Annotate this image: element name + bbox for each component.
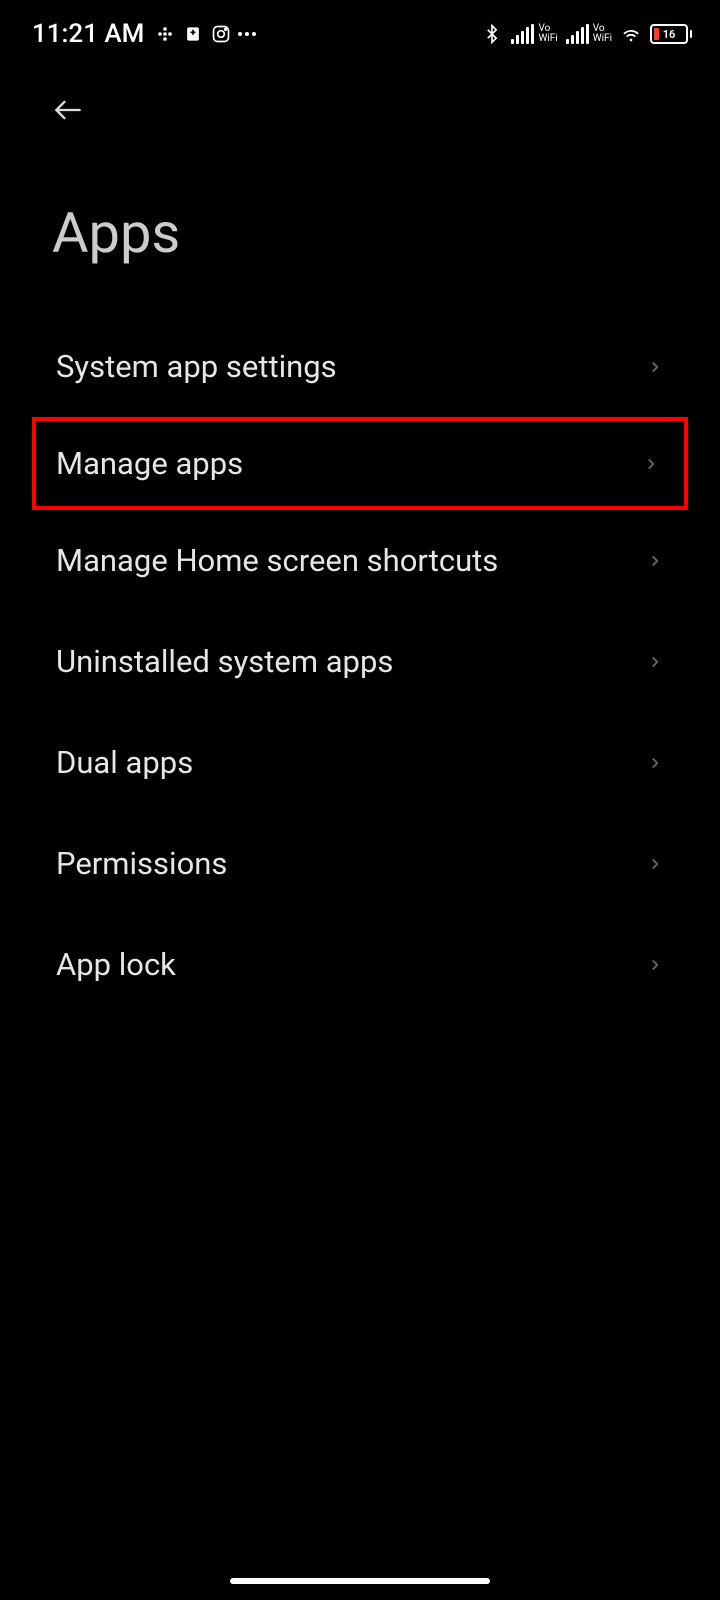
setting-manage-apps[interactable]: Manage apps — [32, 417, 688, 510]
chevron-right-icon — [646, 855, 664, 873]
page-title: Apps — [0, 140, 720, 316]
status-right: Vo WiFi Vo WiFi 16 — [481, 23, 692, 45]
signal-bars-icon — [511, 24, 534, 44]
bluetooth-icon — [481, 23, 503, 45]
setting-app-lock[interactable]: App lock — [0, 914, 720, 1015]
setting-label: Uninstalled system apps — [56, 643, 393, 680]
chevron-right-icon — [642, 455, 660, 473]
home-indicator[interactable] — [230, 1578, 490, 1584]
chevron-right-icon — [646, 653, 664, 671]
setting-label: Manage Home screen shortcuts — [56, 542, 498, 579]
vowifi-label-1: Vo WiFi — [538, 24, 557, 44]
card-icon — [182, 23, 204, 45]
wifi-text: WiFi — [593, 34, 612, 44]
setting-permissions[interactable]: Permissions — [0, 813, 720, 914]
battery-icon: 16 — [650, 24, 688, 44]
wifi-text: WiFi — [538, 34, 557, 44]
setting-label: App lock — [56, 946, 176, 983]
chevron-right-icon — [646, 358, 664, 376]
vowifi-label-2: Vo WiFi — [593, 24, 612, 44]
setting-system-app-settings[interactable]: System app settings — [0, 316, 720, 417]
setting-manage-home-shortcuts[interactable]: Manage Home screen shortcuts — [0, 510, 720, 611]
more-notifications-icon — [238, 32, 256, 36]
instagram-icon — [210, 23, 232, 45]
chevron-right-icon — [646, 552, 664, 570]
status-notification-icons — [154, 23, 256, 45]
signal-1: Vo WiFi — [511, 24, 557, 44]
chevron-right-icon — [646, 754, 664, 772]
setting-uninstalled-system-apps[interactable]: Uninstalled system apps — [0, 611, 720, 712]
wifi-icon — [620, 23, 642, 45]
setting-label: System app settings — [56, 348, 337, 385]
setting-label: Dual apps — [56, 744, 193, 781]
back-button[interactable] — [48, 90, 88, 130]
chevron-right-icon — [646, 956, 664, 974]
setting-label: Manage apps — [56, 445, 243, 482]
setting-dual-apps[interactable]: Dual apps — [0, 712, 720, 813]
signal-2: Vo WiFi — [566, 24, 612, 44]
battery-indicator: 16 — [650, 24, 692, 44]
slack-icon — [154, 23, 176, 45]
status-left: 11:21 AM — [32, 19, 256, 49]
status-bar: 11:21 AM — [0, 0, 720, 60]
settings-list: System app settings Manage apps Manage H… — [0, 316, 720, 1015]
signal-bars-icon — [566, 24, 589, 44]
setting-label: Permissions — [56, 845, 227, 882]
header — [0, 60, 720, 140]
status-time: 11:21 AM — [32, 19, 144, 49]
battery-level: 16 — [652, 28, 686, 41]
